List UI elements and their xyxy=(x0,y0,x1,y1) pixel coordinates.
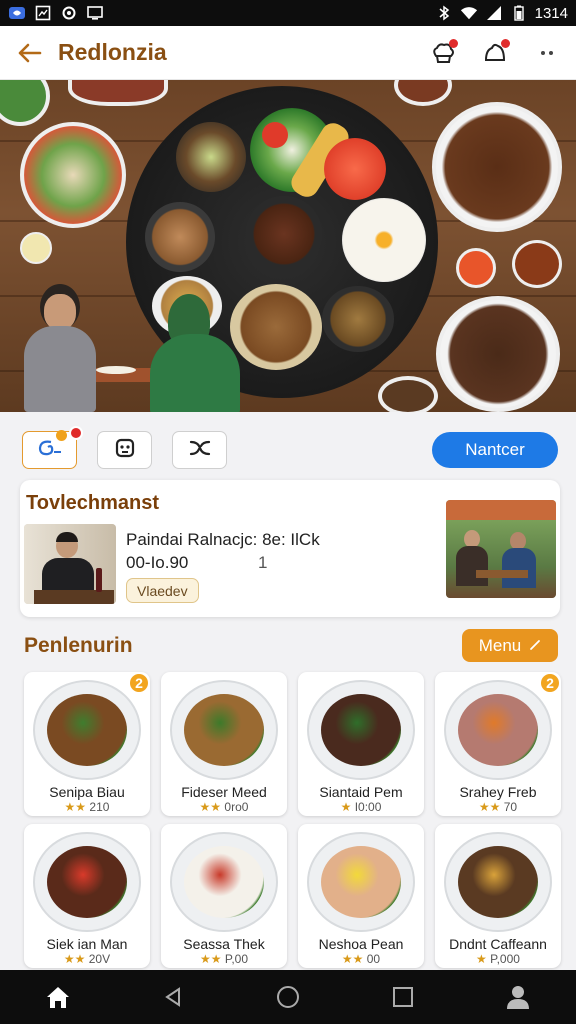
wifi-icon xyxy=(460,5,478,21)
star-icon: ★★ xyxy=(64,800,87,814)
notification-dot xyxy=(69,426,83,440)
food-name: Fideser Meed xyxy=(181,784,267,800)
filter-chip-featured[interactable] xyxy=(22,426,83,469)
food-card[interactable]: Siantaid Pem ★ I0:00 xyxy=(298,672,424,816)
scan-icon xyxy=(114,437,136,464)
food-image xyxy=(444,680,552,780)
info-card-title: Tovlechmanst xyxy=(26,492,159,514)
star-icon: ★★ xyxy=(478,800,501,814)
swirl-icon xyxy=(37,438,63,463)
navigation-bar xyxy=(0,970,576,1024)
info-card-hours: 00-Io.90 xyxy=(126,553,189,572)
restaurant-info-card[interactable]: Tovlechmanst Paindai Ralnacjc: 8e: IlCk … xyxy=(20,480,560,617)
filter-chip-scan[interactable] xyxy=(97,431,152,469)
star-icon: ★★ xyxy=(341,952,364,966)
food-rating: ★★ 20V xyxy=(24,952,150,966)
food-image xyxy=(170,680,278,780)
food-grid: 2 Senipa Biau ★★ 210 Fideser Meed ★★ 0ro0 Sia… xyxy=(24,672,561,968)
hero-food-image xyxy=(0,80,576,412)
food-name: Siantaid Pem xyxy=(319,784,403,800)
menu-button-label: Menu xyxy=(478,635,522,655)
battery-icon xyxy=(510,5,528,21)
food-image xyxy=(307,832,415,932)
food-card[interactable]: Siek ian Man ★★ 20V xyxy=(24,824,150,968)
star-icon: ★ xyxy=(340,800,352,814)
food-rating: ★★ 210 xyxy=(24,800,150,814)
food-card[interactable]: Fideser Meed ★★ 0ro0 xyxy=(161,672,287,816)
count-badge: 2 xyxy=(128,672,150,694)
dining-photo xyxy=(446,500,556,598)
food-card[interactable]: 2 Srahey Freb ★★ 70 xyxy=(435,672,561,816)
food-name: Srahey Freb xyxy=(459,784,537,800)
food-rating: ★ P,000 xyxy=(435,952,561,966)
status-bar: 1314 xyxy=(0,0,576,26)
food-rating: ★★ 0ro0 xyxy=(161,800,287,814)
count-badge xyxy=(56,430,67,441)
food-image xyxy=(170,832,278,932)
back-nav-icon[interactable] xyxy=(143,970,203,1024)
rating-value: 210 xyxy=(89,800,110,814)
info-card-detail: Paindai Ralnacjc: 8e: IlCk xyxy=(126,530,320,549)
rating-value: 70 xyxy=(503,800,518,814)
notification-dot xyxy=(501,38,510,48)
section-title: Penlenurin xyxy=(24,634,133,657)
home-icon[interactable] xyxy=(28,970,88,1024)
food-rating: ★★ P,00 xyxy=(161,952,287,966)
food-image xyxy=(33,680,141,780)
page-title: Redlonzia xyxy=(58,39,167,65)
notification-dot xyxy=(449,38,458,48)
rating-value: P,000 xyxy=(490,952,520,966)
app-bar: Redlonzia xyxy=(0,26,576,80)
rating-value: I0:00 xyxy=(354,800,382,814)
back-arrow-icon[interactable] xyxy=(14,38,44,68)
recents-nav-icon[interactable] xyxy=(373,970,433,1024)
primary-action-button[interactable]: Nantcer xyxy=(432,432,558,468)
info-card-count: 1 xyxy=(258,553,268,572)
info-card-tag[interactable]: Vlaedev xyxy=(126,578,199,603)
status-time: 1314 xyxy=(534,4,568,22)
chef-hat-icon[interactable] xyxy=(428,38,458,68)
more-options-icon[interactable] xyxy=(532,38,562,68)
shuffle-icon xyxy=(188,437,212,464)
menu-button[interactable]: Menu xyxy=(462,629,558,662)
star-icon: ★★ xyxy=(199,800,222,814)
food-name: Neshoa Pean xyxy=(318,936,404,952)
home-nav-icon[interactable] xyxy=(258,970,318,1024)
food-name: Dndnt Caffeann xyxy=(449,936,547,952)
cart-bag-icon[interactable] xyxy=(480,38,510,68)
rating-value: 00 xyxy=(366,952,381,966)
food-name: Siek ian Man xyxy=(46,936,128,952)
food-card[interactable]: Seassa Thek ★★ P,00 xyxy=(161,824,287,968)
filter-chip-shuffle[interactable] xyxy=(172,431,227,469)
profile-icon[interactable] xyxy=(488,970,548,1024)
screen-notification-icon xyxy=(86,5,104,21)
food-name: Senipa Biau xyxy=(49,784,125,800)
count-badge: 2 xyxy=(539,672,561,694)
food-card[interactable]: Dndnt Caffeann ★ P,000 xyxy=(435,824,561,968)
rating-value: 0ro0 xyxy=(224,800,249,814)
star-icon: ★★ xyxy=(200,952,222,966)
star-icon: ★★ xyxy=(63,952,86,966)
food-image xyxy=(33,832,141,932)
image-notification-icon xyxy=(34,5,52,21)
food-rating: ★★ 70 xyxy=(435,800,561,814)
chef-photo xyxy=(24,524,116,604)
filter-row: Nantcer xyxy=(22,426,558,470)
bluetooth-icon xyxy=(435,5,453,21)
rating-value: P,00 xyxy=(224,952,248,966)
food-image xyxy=(444,832,552,932)
star-icon: ★ xyxy=(476,952,487,966)
settings-notification-icon xyxy=(60,5,78,21)
pencil-icon xyxy=(529,636,541,656)
food-card[interactable]: 2 Senipa Biau ★★ 210 xyxy=(24,672,150,816)
food-name: Seassa Thek xyxy=(183,936,265,952)
rating-value: 20V xyxy=(88,952,111,966)
food-card[interactable]: Neshoa Pean ★★ 00 xyxy=(298,824,424,968)
food-rating: ★★ 00 xyxy=(298,952,424,966)
app-notification-icon xyxy=(8,5,26,21)
food-image xyxy=(307,680,415,780)
food-rating: ★ I0:00 xyxy=(298,800,424,814)
signal-icon xyxy=(485,5,503,21)
